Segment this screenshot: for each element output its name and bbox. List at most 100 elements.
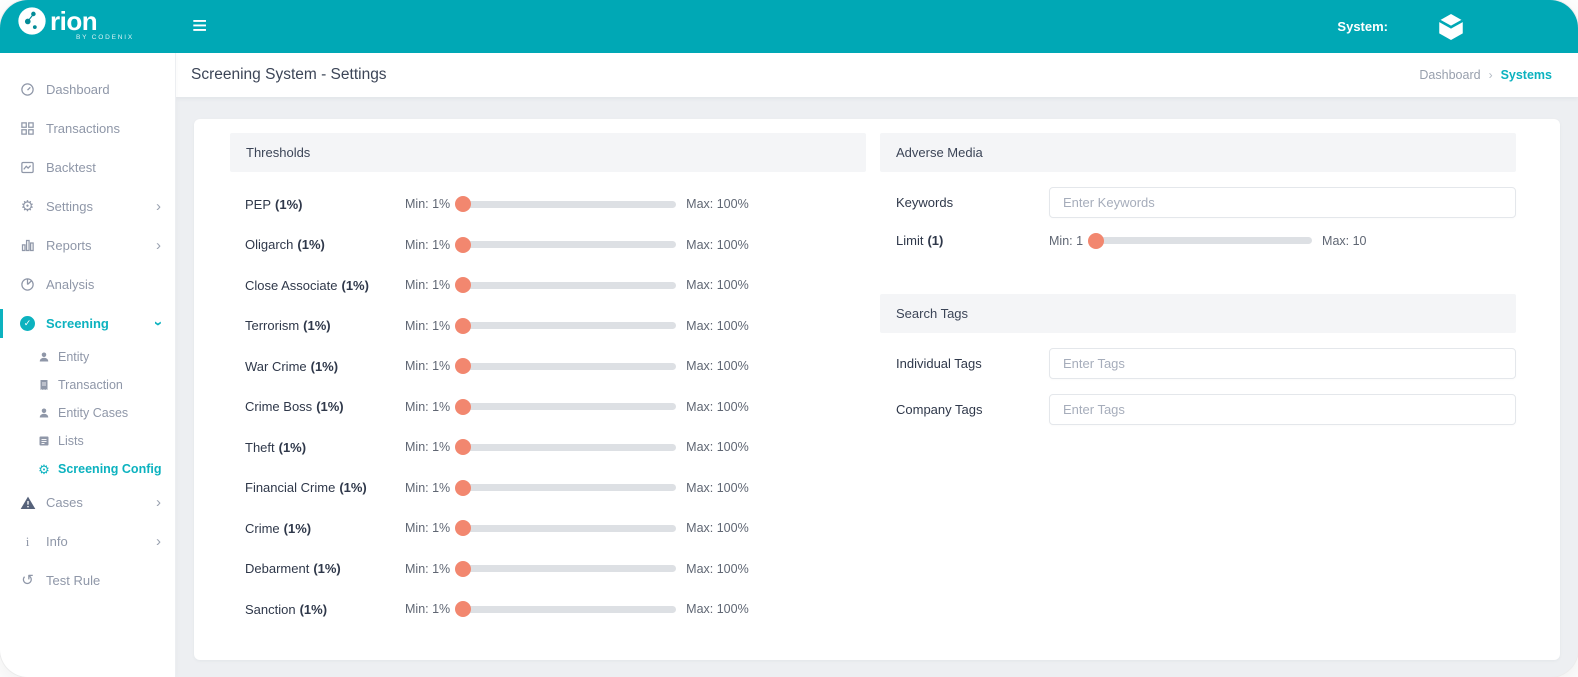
slider-max-label: Max: 100%	[686, 602, 749, 616]
check-circle-icon: ✓	[19, 316, 36, 331]
threshold-label: Theft(1%)	[245, 440, 405, 455]
threshold-slider: Min: 1% Max: 100%	[405, 481, 749, 495]
slider-track[interactable]	[464, 363, 676, 370]
slider-track[interactable]	[464, 322, 676, 329]
chevron-right-icon: ›	[156, 534, 161, 549]
slider-handle[interactable]	[455, 196, 471, 212]
system-label: System:	[1337, 19, 1388, 34]
sidebar-item-dashboard[interactable]: Dashboard	[0, 70, 175, 109]
threshold-label: Debarment(1%)	[245, 561, 405, 576]
slider-track[interactable]	[464, 201, 676, 208]
sidebar-item-backtest[interactable]: Backtest	[0, 148, 175, 187]
sidebar-item-lists[interactable]: Lists	[0, 427, 175, 455]
threshold-name: Terrorism	[245, 318, 299, 333]
brand-name: rion	[50, 6, 97, 37]
gear-icon: ⚙	[19, 199, 36, 214]
slider-handle[interactable]	[455, 237, 471, 253]
slider-track[interactable]	[464, 241, 676, 248]
threshold-value: (1%)	[316, 399, 343, 414]
slider-min-label: Min: 1%	[405, 319, 450, 333]
slider-track[interactable]	[464, 282, 676, 289]
slider-min-label: Min: 1%	[405, 481, 450, 495]
limit-row: Limit(1) Min: 1 Max: 10	[880, 233, 1516, 248]
slider-handle[interactable]	[455, 561, 471, 577]
list-icon	[37, 435, 51, 447]
company-tags-input[interactable]	[1049, 394, 1516, 425]
slider-track[interactable]	[464, 565, 676, 572]
chevron-down-icon: ›	[156, 316, 161, 331]
sidebar-item-info[interactable]: i Info ›	[0, 522, 175, 561]
threshold-row: Debarment(1%) Min: 1% Max: 100%	[230, 549, 866, 590]
app-window: rion by CODENIX ≡ System:	[0, 0, 1578, 677]
search-tags-section-header: Search Tags	[880, 294, 1516, 333]
slider-track[interactable]	[1097, 237, 1312, 244]
sidebar-item-reports[interactable]: Reports ›	[0, 226, 175, 265]
sidebar-item-entity[interactable]: Entity	[0, 343, 175, 371]
slider-handle[interactable]	[455, 439, 471, 455]
slider-handle[interactable]	[455, 601, 471, 617]
slider-track[interactable]	[464, 484, 676, 491]
threshold-label: Terrorism (1%)	[245, 318, 405, 333]
sidebar-item-settings[interactable]: ⚙ Settings ›	[0, 187, 175, 226]
page-title: Screening System - Settings	[191, 66, 387, 84]
threshold-value: (1%)	[311, 359, 338, 374]
threshold-slider: Min: 1% Max: 100%	[405, 440, 749, 454]
threshold-row: Financial Crime(1%) Min: 1% Max: 100%	[230, 468, 866, 509]
threshold-value: (1%)	[279, 440, 306, 455]
slider-handle[interactable]	[455, 480, 471, 496]
slider-handle[interactable]	[455, 520, 471, 536]
user-icon	[37, 407, 51, 419]
threshold-value: (1%)	[275, 197, 302, 212]
slider-track[interactable]	[464, 606, 676, 613]
limit-slider: Min: 1 Max: 10	[1049, 234, 1367, 248]
threshold-row: Theft(1%) Min: 1% Max: 100%	[230, 427, 866, 468]
slider-track[interactable]	[464, 444, 676, 451]
slider-min-label: Min: 1%	[405, 238, 450, 252]
warning-icon	[19, 495, 36, 511]
slider-track[interactable]	[464, 525, 676, 532]
individual-tags-input[interactable]	[1049, 348, 1516, 379]
sidebar-item-test-rule[interactable]: ↺ Test Rule	[0, 561, 175, 600]
sidebar-item-cases[interactable]: Cases ›	[0, 483, 175, 522]
chart-image-icon	[19, 160, 36, 175]
info-icon: i	[19, 534, 36, 550]
orion-globe-icon	[16, 5, 48, 37]
hamburger-menu-icon[interactable]: ≡	[192, 12, 207, 38]
slider-max-label: Max: 100%	[686, 278, 749, 292]
threshold-slider: Min: 1% Max: 100%	[405, 278, 749, 292]
right-column: Adverse Media Keywords Limit(1) Min: 1	[880, 133, 1516, 630]
breadcrumb-current: Systems	[1501, 68, 1552, 82]
thresholds-rows: PEP (1%) Min: 1% Max: 100%	[230, 184, 866, 630]
threshold-name: PEP	[245, 197, 271, 212]
threshold-value: (1%)	[313, 561, 340, 576]
slider-track[interactable]	[464, 403, 676, 410]
threshold-label: War Crime (1%)	[245, 359, 405, 374]
threshold-name: Oligarch	[245, 237, 293, 252]
sidebar-item-transactions[interactable]: Transactions	[0, 109, 175, 148]
breadcrumb-dashboard-link[interactable]: Dashboard	[1419, 68, 1480, 82]
threshold-value: (1%)	[303, 318, 330, 333]
threshold-label: PEP (1%)	[245, 197, 405, 212]
threshold-name: Sanction	[245, 602, 296, 617]
pie-chart-icon	[19, 277, 36, 292]
threshold-slider: Min: 1% Max: 100%	[405, 400, 749, 414]
threshold-name: Crime	[245, 521, 280, 536]
sidebar-item-screening[interactable]: ✓ Screening ›	[0, 304, 175, 343]
sidebar-item-transaction[interactable]: Transaction	[0, 371, 175, 399]
slider-handle[interactable]	[455, 277, 471, 293]
system-cube-icon[interactable]	[1436, 12, 1466, 42]
slider-handle[interactable]	[455, 358, 471, 374]
sidebar-item-entity-cases[interactable]: Entity Cases	[0, 399, 175, 427]
company-tags-row: Company Tags	[880, 394, 1516, 425]
slider-handle[interactable]	[455, 318, 471, 334]
threshold-row: Sanction(1%) Min: 1% Max: 100%	[230, 589, 866, 630]
sidebar-item-analysis[interactable]: Analysis	[0, 265, 175, 304]
slider-handle[interactable]	[455, 399, 471, 415]
keywords-input[interactable]	[1049, 187, 1516, 218]
slider-min-label: Min: 1	[1049, 234, 1083, 248]
threshold-row: Oligarch(1%) Min: 1% Max: 100%	[230, 225, 866, 266]
threshold-row: War Crime(1%) Min: 1% Max: 100%	[230, 346, 866, 387]
sidebar-item-screening-config[interactable]: ⚙ Screening Config	[0, 455, 175, 483]
slider-handle[interactable]	[1088, 233, 1104, 249]
threshold-name: War Crime	[245, 359, 307, 374]
